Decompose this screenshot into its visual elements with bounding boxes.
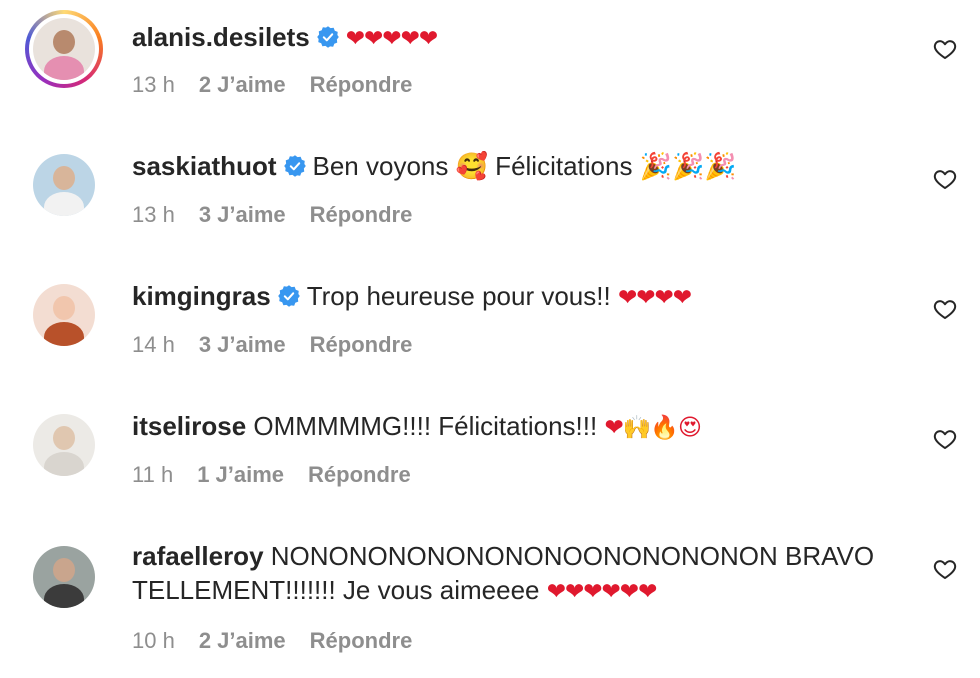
like-comment-button[interactable] bbox=[930, 294, 960, 324]
comment-text: Ben voyons 🥰 Félicitations 🎉🎉🎉 bbox=[312, 151, 737, 181]
heart-outline-icon bbox=[933, 297, 957, 321]
likes-count[interactable]: 2 J’aime bbox=[199, 628, 286, 654]
reply-button[interactable]: Répondre bbox=[310, 628, 413, 654]
username-link[interactable]: alanis.desilets bbox=[132, 22, 310, 52]
likes-count[interactable]: 3 J’aime bbox=[199, 202, 286, 228]
avatar-story-ring[interactable] bbox=[25, 10, 103, 88]
username-link[interactable]: itselirose bbox=[132, 411, 246, 441]
like-comment-button[interactable] bbox=[930, 164, 960, 194]
comment-meta: 10 h 2 J’aime Répondre bbox=[132, 628, 412, 654]
avatar-container[interactable] bbox=[25, 406, 103, 484]
reply-button[interactable]: Répondre bbox=[310, 72, 413, 98]
comment-text: OMMMMMG!!!! Félicitations!!! bbox=[253, 411, 605, 441]
heart-outline-icon bbox=[933, 37, 957, 61]
reply-button[interactable]: Répondre bbox=[310, 332, 413, 358]
comment-body: saskiathuot Ben voyons 🥰 Félicitations 🎉🎉… bbox=[132, 149, 892, 185]
comment-meta: 13 h 3 J’aime Répondre bbox=[132, 202, 412, 228]
heart-outline-icon bbox=[933, 427, 957, 451]
avatar-container[interactable] bbox=[25, 538, 103, 616]
timestamp[interactable]: 14 h bbox=[132, 332, 175, 358]
comment-text: Trop heureuse pour vous!! bbox=[306, 281, 618, 311]
avatar[interactable] bbox=[33, 414, 95, 476]
avatar[interactable] bbox=[33, 154, 95, 216]
heart-outline-icon bbox=[933, 167, 957, 191]
comment-body: kimgingras Trop heureuse pour vous!! ❤❤❤❤ bbox=[132, 279, 892, 315]
emoji-sequence: ❤❤❤❤❤ bbox=[345, 26, 438, 52]
avatar[interactable] bbox=[33, 284, 95, 346]
comment-body: alanis.desilets ❤❤❤❤❤ bbox=[132, 20, 892, 56]
heart-outline-icon bbox=[933, 557, 957, 581]
emoji-sequence: ❤🙌🔥😍 bbox=[604, 415, 702, 441]
like-comment-button[interactable] bbox=[930, 554, 960, 584]
reply-button[interactable]: Répondre bbox=[308, 462, 411, 488]
comment-body: itselirose OMMMMMG!!!! Félicitations!!! … bbox=[132, 409, 892, 445]
username-link[interactable]: saskiathuot bbox=[132, 151, 277, 181]
verified-badge-icon bbox=[277, 282, 301, 307]
avatar[interactable] bbox=[33, 18, 95, 80]
verified-badge-icon bbox=[283, 152, 307, 177]
comment-meta: 13 h 2 J’aime Répondre bbox=[132, 72, 412, 98]
likes-count[interactable]: 3 J’aime bbox=[199, 332, 286, 358]
likes-count[interactable]: 1 J’aime bbox=[197, 462, 284, 488]
username-link[interactable]: kimgingras bbox=[132, 281, 271, 311]
comment-meta: 14 h 3 J’aime Répondre bbox=[132, 332, 412, 358]
username-link[interactable]: rafaelleroy bbox=[132, 541, 264, 571]
timestamp[interactable]: 13 h bbox=[132, 72, 175, 98]
avatar-container[interactable] bbox=[25, 146, 103, 224]
verified-badge-icon bbox=[316, 23, 340, 48]
likes-count[interactable]: 2 J’aime bbox=[199, 72, 286, 98]
timestamp[interactable]: 11 h bbox=[132, 462, 173, 488]
emoji-sequence: ❤❤❤❤ bbox=[617, 285, 692, 311]
emoji-sequence: ❤❤❤❤❤❤ bbox=[546, 579, 658, 605]
timestamp[interactable]: 10 h bbox=[132, 628, 175, 654]
timestamp[interactable]: 13 h bbox=[132, 202, 175, 228]
avatar-container[interactable] bbox=[25, 276, 103, 354]
avatar[interactable] bbox=[33, 546, 95, 608]
like-comment-button[interactable] bbox=[930, 424, 960, 454]
comment-body: rafaelleroy NONONONONONONONOONONONONON B… bbox=[132, 539, 892, 609]
comment-meta: 11 h 1 J’aime Répondre bbox=[132, 462, 411, 488]
reply-button[interactable]: Répondre bbox=[310, 202, 413, 228]
like-comment-button[interactable] bbox=[930, 34, 960, 64]
